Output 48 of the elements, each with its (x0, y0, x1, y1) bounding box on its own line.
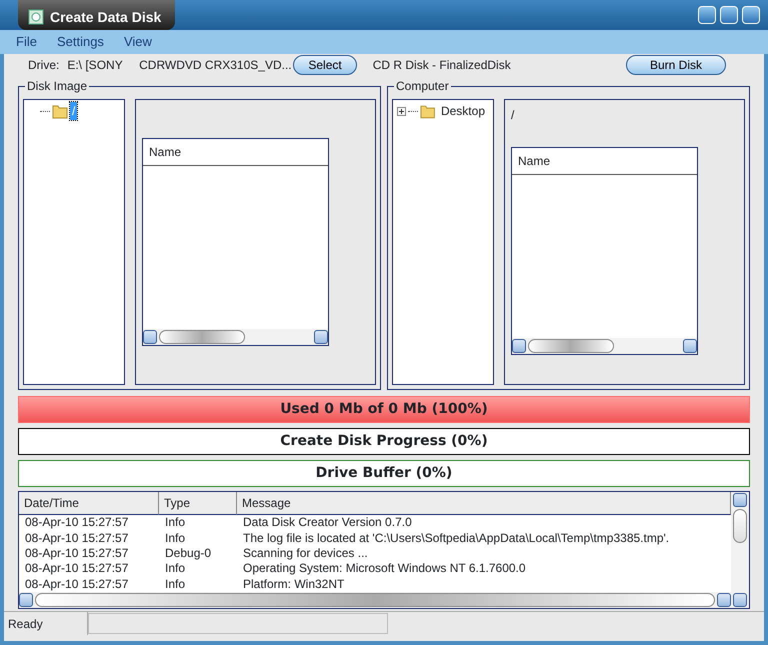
column-header[interactable]: Message (237, 492, 731, 516)
table-cell-text: Info (164, 515, 186, 531)
burn-disk-button[interactable]: Burn Disk (626, 55, 726, 75)
select-button[interactable]: Select (293, 55, 357, 75)
progress-label: Create Disk Progress (0%) (279, 432, 489, 451)
column-header[interactable]: Date/Time (19, 492, 159, 516)
scroll-left-button[interactable] (512, 339, 526, 353)
table-cell-text: 08-Apr-10 15:27:57 (24, 561, 130, 577)
column-header: Name (512, 148, 697, 175)
table-cell-text: 08-Apr-10 15:27:57 (24, 515, 130, 531)
table-cell-text: Info (164, 576, 186, 592)
table-cell-text: 08-Apr-10 15:27:57 (24, 546, 130, 562)
disk-status: CD R Disk - FinalizedDisk (372, 57, 511, 74)
table-cell-text: Operating System: Microsoft Windows NT 6.1.7600.0 (242, 561, 527, 577)
progress-label: Used 0 Mb of 0 Mb (100%) (279, 400, 489, 419)
scroll-up-button[interactable] (733, 493, 747, 507)
tree-item[interactable]: Desktop (436, 102, 489, 120)
panel-title: Computer (394, 79, 451, 93)
menu-item[interactable]: File (16, 32, 37, 52)
drive-value: E:\ [SONY CDRWDVD CRX310S_VD... (67, 57, 293, 74)
table-cell-text: Info (164, 530, 186, 546)
table-cell-text: The log file is located at 'C:\Users\Softpedia\AppData\Local\Temp\tmp3385.tmp'. (242, 530, 670, 546)
status-text: Ready (4, 612, 88, 635)
table-cell-text: Debug-0 (164, 546, 212, 562)
window-title: Create Data Disk (50, 8, 162, 26)
scroll-right-button[interactable] (717, 593, 731, 607)
folder-icon (420, 103, 435, 119)
scroll-left-button[interactable] (143, 330, 157, 344)
column-header: Name (143, 139, 328, 166)
menu-item[interactable]: View (124, 32, 152, 52)
drive-label: Drive: (28, 57, 60, 74)
table-cell-text: 08-Apr-10 15:27:57 (24, 530, 130, 546)
scroll-down-button[interactable] (733, 593, 747, 607)
scroll-left-button[interactable] (19, 593, 33, 607)
table-cell-text: Data Disk Creator Version 0.7.0 (242, 515, 413, 531)
table-cell-text: Info (164, 561, 186, 577)
table-cell-text: 08-Apr-10 15:27:57 (24, 576, 130, 592)
progress-label: Drive Buffer (0%) (314, 464, 454, 483)
scroll-right-button[interactable] (683, 339, 697, 353)
column-header[interactable]: Type (159, 492, 237, 516)
table-cell-text: Scanning for devices ... (242, 546, 369, 562)
path-label: / (511, 107, 514, 124)
table-cell-text: Platform: Win32NT (242, 576, 346, 592)
expander-icon[interactable] (397, 106, 406, 116)
panel-title: Disk Image (25, 79, 90, 93)
scroll-right-button[interactable] (314, 330, 328, 344)
folder-icon (52, 103, 68, 119)
menu-item[interactable]: Settings (56, 32, 104, 52)
